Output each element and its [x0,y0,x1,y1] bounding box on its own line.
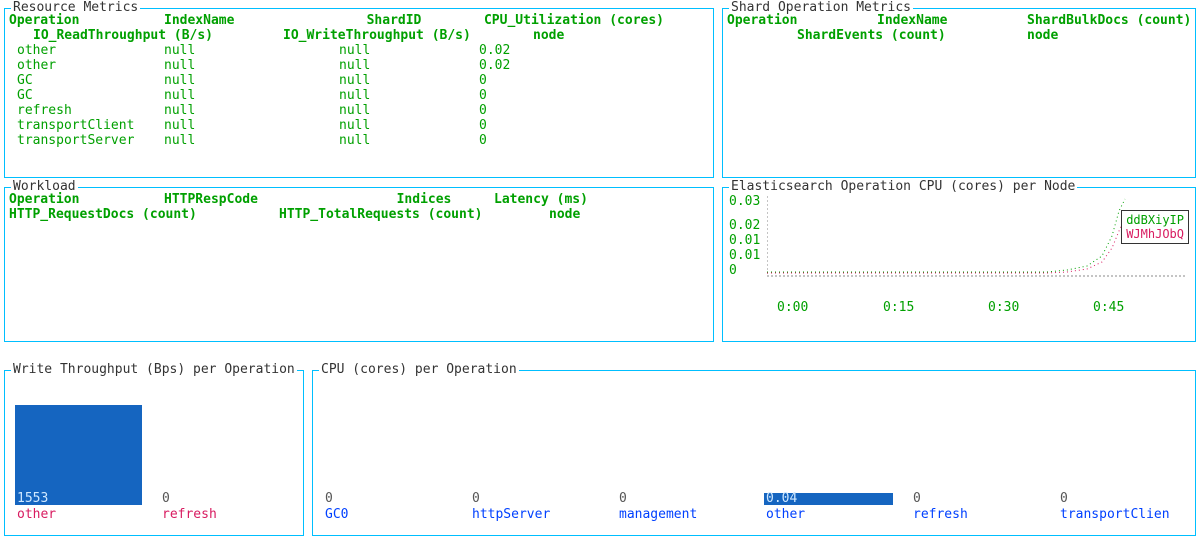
bar-category: other [766,507,805,522]
panel-title: Write Throughput (Bps) per Operation [11,362,297,377]
cell-idx: null [164,88,339,103]
cell-shard: null [339,43,479,58]
cell-idx: null [164,103,339,118]
col-reqdocs: HTTP_RequestDocs (count) [9,207,279,222]
cell-shard: null [339,73,479,88]
col-node: node [549,207,580,222]
col-node: node [1027,28,1058,43]
col-operation: Operation [9,192,164,207]
table-row: refreshnullnull0 [9,103,684,118]
col-totalreq: HTTP_TotalRequests (count) [279,207,549,222]
cell-op: transportServer [17,133,164,148]
bar-category: refresh [162,507,217,522]
bar-value: 0 [325,491,333,506]
cell-idx: null [164,133,339,148]
col-shardbulk: ShardBulkDocs (count) [1027,13,1191,28]
cell-cpu: 0 [479,118,487,133]
cell-op: refresh [17,103,164,118]
cell-cpu: 0 [479,133,487,148]
cell-cpu: 0.02 [479,58,510,73]
xtick: 0:45 [1093,300,1124,315]
table-row: transportClientnullnull0 [9,118,684,133]
panel-cpu-per-node: Elasticsearch Operation CPU (cores) per … [722,187,1196,342]
chart-legend: ddBXiyIP WJMhJObQ [1121,210,1189,244]
bar-category: other [17,507,56,522]
bar-value: 0.04 [766,491,797,506]
col-indices: Indices [354,192,494,207]
panel-cpu-per-op: CPU (cores) per Operation 0GC00httpServe… [312,370,1196,536]
cell-idx: null [164,118,339,133]
xtick: 0:15 [883,300,914,315]
col-operation: Operation [727,13,877,28]
cell-shard: null [339,103,479,118]
panel-shard-metrics: Shard Operation Metrics Operation IndexN… [722,8,1196,178]
panel-resource-metrics: Resource Metrics Operation IndexName Sha… [4,8,714,178]
col-cpu: CPU_Utilization (cores) [464,13,684,28]
bar-category: management [619,507,697,522]
bar-category: refresh [913,507,968,522]
cell-shard: null [339,133,479,148]
col-indexname: IndexName [164,13,324,28]
cell-op: transportClient [17,118,164,133]
table-row: othernullnull0.02 [9,58,684,73]
cell-idx: null [164,73,339,88]
xtick: 0:00 [777,300,808,315]
cell-cpu: 0 [479,73,487,88]
legend-item: ddBXiyIP [1126,213,1184,227]
ytick: 0 [729,263,737,278]
bar-category: httpServer [472,507,550,522]
col-node: node [533,28,564,43]
panel-title: CPU (cores) per Operation [319,362,519,377]
ytick: 0.01 [729,233,760,248]
col-shardid: ShardID [324,13,464,28]
table-row: transportServernullnull0 [9,133,684,148]
xtick: 0:30 [988,300,1019,315]
table-row: GCnullnull0 [9,88,684,103]
bar-value: 0 [162,491,170,506]
col-io-write: IO_WriteThroughput (B/s) [283,28,533,43]
cell-op: other [17,43,164,58]
bar-value: 0 [1060,491,1068,506]
panel-title: Elasticsearch Operation CPU (cores) per … [729,179,1077,194]
col-httpresp: HTTPRespCode [164,192,354,207]
cell-op: other [17,58,164,73]
panel-workload: Workload Operation HTTPRespCode Indices … [4,187,714,342]
bar-value: 0 [619,491,627,506]
table-row: othernullnull0.02 [9,43,684,58]
col-operation: Operation [9,13,164,28]
cell-idx: null [164,43,339,58]
cell-shard: null [339,58,479,73]
col-indexname: IndexName [877,13,1027,28]
bar-category: GC0 [325,507,348,522]
cell-op: GC [17,73,164,88]
ytick: 0.03 [729,194,760,209]
bar-value: 1553 [17,491,48,506]
col-shardevents: ShardEvents (count) [797,28,1027,43]
bar-value: 0 [472,491,480,506]
table-row: GCnullnull0 [9,73,684,88]
cell-cpu: 0.02 [479,43,510,58]
bar-value: 0 [913,491,921,506]
cell-idx: null [164,58,339,73]
cell-op: GC [17,88,164,103]
legend-item: WJMhJObQ [1126,227,1184,241]
cell-shard: null [339,118,479,133]
panel-write-throughput: Write Throughput (Bps) per Operation 155… [4,370,304,536]
col-latency: Latency (ms) [494,192,588,207]
col-io-read: IO_ReadThroughput (B/s) [33,28,283,43]
ytick: 0.02 [729,218,760,233]
ytick: 0.01 [729,248,760,263]
cell-cpu: 0 [479,103,487,118]
bar-category: transportClien [1060,507,1170,522]
bar [15,405,142,505]
cell-cpu: 0 [479,88,487,103]
cell-shard: null [339,88,479,103]
